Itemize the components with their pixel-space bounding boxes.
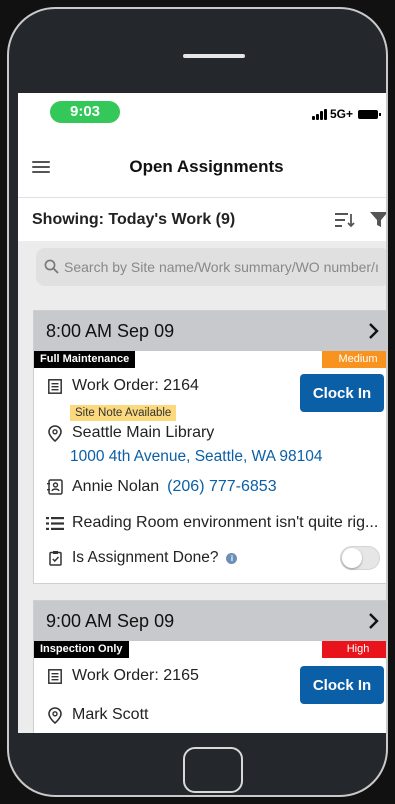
- assignment-card[interactable]: 8:00 AM Sep 09 Full Maintenance Medium W…: [33, 310, 386, 584]
- battery-icon: [358, 109, 382, 119]
- contact-name: Annie Nolan: [72, 478, 160, 495]
- filter-bar: Showing: Today's Work (9): [18, 198, 386, 241]
- status-time: 9:03: [50, 101, 120, 123]
- site-name: Seattle Main Library: [72, 424, 215, 441]
- assignment-type-tag: Full Maintenance: [34, 351, 136, 368]
- card-header[interactable]: 8:00 AM Sep 09: [34, 311, 386, 351]
- summary-row: Reading Room environment isn't quite rig…: [46, 514, 378, 532]
- assignment-done-toggle[interactable]: [340, 546, 380, 570]
- priority-badge: High: [322, 641, 386, 658]
- showing-label: Showing: Today's Work (9): [32, 211, 236, 228]
- status-bar: 9:03 5G+: [18, 93, 386, 137]
- sort-icon[interactable]: [335, 212, 355, 233]
- location-pin-icon: [46, 424, 64, 442]
- phone-frame: 9:03 5G+ Open Assignments Showing: Today…: [7, 7, 388, 797]
- home-button[interactable]: [183, 747, 243, 793]
- list-icon: [46, 516, 64, 531]
- work-order-row: Work Order: 2164: [46, 377, 199, 395]
- assignment-time: 9:00 AM Sep 09: [46, 611, 175, 631]
- priority-badge: Medium: [322, 351, 386, 368]
- app-screen: 9:03 5G+ Open Assignments Showing: Today…: [18, 93, 386, 733]
- card-header[interactable]: 9:00 AM Sep 09: [34, 601, 386, 641]
- search-box: [36, 248, 386, 286]
- assignment-type-tag: Inspection Only: [34, 641, 129, 658]
- work-order-row: Work Order: 2165: [46, 667, 199, 685]
- contact-name: Mark Scott: [72, 706, 149, 723]
- contact-row: Mark Scott: [46, 706, 148, 724]
- search-input[interactable]: [64, 248, 386, 286]
- contact-phone-link[interactable]: (206) 777-6853: [167, 478, 276, 496]
- page-title: Open Assignments: [129, 157, 284, 176]
- chevron-right-icon[interactable]: [368, 613, 380, 634]
- done-row: Is Assignment Done? i: [46, 549, 238, 567]
- clock-in-button[interactable]: Clock In: [300, 666, 384, 704]
- search-icon: [44, 259, 59, 279]
- document-icon: [46, 378, 64, 394]
- done-label: Is Assignment Done?: [72, 549, 219, 566]
- contact-row: Annie Nolan (206) 777-6853: [46, 478, 277, 496]
- chevron-right-icon[interactable]: [368, 323, 380, 344]
- filter-icon[interactable]: [370, 212, 386, 233]
- phone-speaker: [183, 54, 245, 58]
- signal-icon: [312, 108, 327, 120]
- site-address-link[interactable]: 1000 4th Avenue, Seattle, WA 98104: [70, 448, 323, 466]
- clipboard-check-icon: [46, 550, 64, 566]
- clock-in-button[interactable]: Clock In: [300, 374, 384, 412]
- assignment-time: 8:00 AM Sep 09: [46, 321, 175, 341]
- work-summary: Reading Room environment isn't quite rig…: [72, 514, 379, 531]
- site-row: Seattle Main Library: [46, 424, 214, 442]
- contact-card-icon: [46, 479, 64, 495]
- status-indicators: 5G+: [312, 107, 382, 121]
- document-icon: [46, 668, 64, 684]
- work-order-number: Work Order: 2164: [72, 377, 199, 394]
- site-note-badge: Site Note Available: [70, 405, 177, 421]
- nav-bar: Open Assignments: [18, 137, 386, 197]
- location-pin-icon: [46, 706, 64, 724]
- assignment-card[interactable]: 9:00 AM Sep 09 Inspection Only High Work…: [33, 600, 386, 733]
- network-label: 5G+: [330, 107, 354, 121]
- work-order-number: Work Order: 2165: [72, 667, 199, 684]
- info-icon[interactable]: i: [226, 552, 238, 564]
